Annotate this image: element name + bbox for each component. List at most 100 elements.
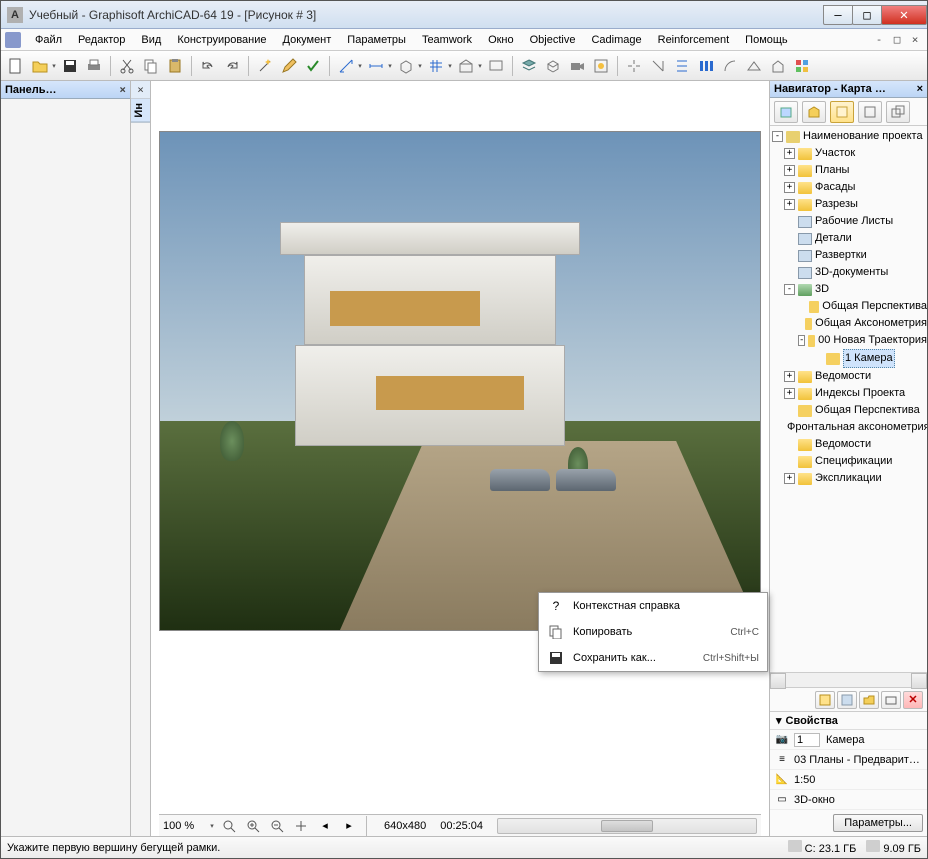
- navigator-titlebar[interactable]: Навигатор - Карта … ×: [770, 81, 927, 98]
- mdi-close[interactable]: ×: [907, 33, 923, 47]
- align-button[interactable]: [671, 55, 693, 77]
- panel-close-icon[interactable]: ×: [119, 83, 126, 96]
- navigator-close-icon[interactable]: ×: [917, 83, 923, 95]
- panel-tab[interactable]: Панель… ×: [1, 81, 130, 99]
- save-button[interactable]: [59, 55, 81, 77]
- house-tool-button[interactable]: [767, 55, 789, 77]
- prop-row-scale[interactable]: 📐 1:50: [770, 770, 927, 790]
- context-copy-item[interactable]: Копировать Ctrl+C: [539, 619, 767, 645]
- vstrip-tab[interactable]: Ин: [131, 99, 150, 123]
- prop-id-input[interactable]: [794, 733, 820, 747]
- prop-row-id[interactable]: 📷 Камера: [770, 730, 927, 750]
- mdi-minimize[interactable]: -: [871, 33, 887, 47]
- minimize-button[interactable]: —: [823, 5, 853, 25]
- explode-button[interactable]: [623, 55, 645, 77]
- zoom-fit-button[interactable]: [219, 817, 239, 835]
- nav-tab-project[interactable]: [774, 101, 798, 123]
- arc-button[interactable]: [719, 55, 741, 77]
- tree-node[interactable]: Общая Аксонометрия: [770, 315, 927, 332]
- zoom-out-button[interactable]: [267, 817, 287, 835]
- menu-view[interactable]: Вид: [133, 32, 169, 48]
- redo-button[interactable]: [221, 55, 243, 77]
- distribute-button[interactable]: [695, 55, 717, 77]
- prop-row-window[interactable]: ▭ 3D-окно: [770, 790, 927, 810]
- vstrip-close-icon[interactable]: ×: [131, 81, 150, 99]
- open-file-button[interactable]: [29, 55, 51, 77]
- zoom-dropdown[interactable]: ▾: [209, 822, 215, 830]
- print-button[interactable]: [83, 55, 105, 77]
- menu-file[interactable]: Файл: [27, 32, 70, 48]
- menu-reinforcement[interactable]: Reinforcement: [650, 32, 738, 48]
- nav-tab-sets[interactable]: [886, 101, 910, 123]
- check-button[interactable]: [302, 55, 324, 77]
- pan-button[interactable]: [291, 817, 311, 835]
- measure-dropdown[interactable]: ▾: [357, 62, 363, 70]
- context-help-item[interactable]: ? Контекстная справка: [539, 593, 767, 619]
- render-button[interactable]: [590, 55, 612, 77]
- prop-btn-4[interactable]: [881, 691, 901, 709]
- menu-params[interactable]: Параметры: [339, 32, 414, 48]
- nav-tab-view[interactable]: [802, 101, 826, 123]
- new-file-button[interactable]: [5, 55, 27, 77]
- zoom-in-button[interactable]: [243, 817, 263, 835]
- context-saveas-item[interactable]: Сохранить как... Ctrl+Shift+Ы: [539, 645, 767, 671]
- tree-node[interactable]: Детали: [770, 230, 927, 247]
- tree-node[interactable]: +Ведомости: [770, 368, 927, 385]
- menu-objective[interactable]: Objective: [522, 32, 584, 48]
- parameters-button[interactable]: Параметры...: [833, 814, 923, 832]
- tree-node[interactable]: +Фасады: [770, 179, 927, 196]
- menu-help[interactable]: Помощь: [737, 32, 796, 48]
- tree-node[interactable]: +Участок: [770, 145, 927, 162]
- section-button[interactable]: [455, 55, 477, 77]
- menu-editor[interactable]: Редактор: [70, 32, 133, 48]
- properties-header[interactable]: ▾ Свойства: [770, 712, 927, 730]
- menu-teamwork[interactable]: Teamwork: [414, 32, 480, 48]
- layers-button[interactable]: [518, 55, 540, 77]
- section-dropdown[interactable]: ▾: [477, 62, 483, 70]
- tree-node[interactable]: +Разрезы: [770, 196, 927, 213]
- paste-button[interactable]: [164, 55, 186, 77]
- zoom-level[interactable]: 100 %: [163, 820, 207, 832]
- trim-button[interactable]: [647, 55, 669, 77]
- tree-node[interactable]: 3D-документы: [770, 264, 927, 281]
- tree-node-selected[interactable]: 1 Камера: [770, 349, 927, 368]
- box-dropdown[interactable]: ▾: [417, 62, 423, 70]
- navigator-hscrollbar[interactable]: [770, 672, 927, 688]
- menu-document[interactable]: Документ: [275, 32, 340, 48]
- tree-node[interactable]: +Индексы Проекта: [770, 385, 927, 402]
- nav-tab-publisher[interactable]: [858, 101, 882, 123]
- roof-tool-button[interactable]: [743, 55, 765, 77]
- undo-button[interactable]: [197, 55, 219, 77]
- iso-button[interactable]: [542, 55, 564, 77]
- maximize-button[interactable]: □: [852, 5, 882, 25]
- tree-node[interactable]: +Экспликации: [770, 470, 927, 487]
- render-viewport[interactable]: ? Контекстная справка Копировать Ctrl+C …: [159, 131, 761, 631]
- viewport-hscrollbar[interactable]: [497, 818, 757, 834]
- menu-app-icon[interactable]: [5, 32, 21, 48]
- screen-button[interactable]: [485, 55, 507, 77]
- tree-node[interactable]: Рабочие Листы: [770, 213, 927, 230]
- tree-node[interactable]: Общая Перспектива: [770, 402, 927, 419]
- menu-window[interactable]: Окно: [480, 32, 522, 48]
- cut-button[interactable]: [116, 55, 138, 77]
- mdi-restore[interactable]: □: [889, 33, 905, 47]
- pencil-button[interactable]: [278, 55, 300, 77]
- wand-button[interactable]: [254, 55, 276, 77]
- tree-node[interactable]: Развертки: [770, 247, 927, 264]
- prop-delete-button[interactable]: ✕: [903, 691, 923, 709]
- nav-tab-layout[interactable]: [830, 101, 854, 123]
- grid-dropdown[interactable]: ▾: [447, 62, 453, 70]
- navigator-tree[interactable]: -Наименование проекта +Участок +Планы +Ф…: [770, 126, 927, 672]
- tree-root[interactable]: -Наименование проекта: [770, 128, 927, 145]
- palette-button[interactable]: [791, 55, 813, 77]
- menu-cadimage[interactable]: Cadimage: [583, 32, 649, 48]
- next-view-button[interactable]: ▸: [339, 817, 359, 835]
- dim-button[interactable]: [365, 55, 387, 77]
- tree-node[interactable]: Спецификации: [770, 453, 927, 470]
- camera-tool-button[interactable]: [566, 55, 588, 77]
- prop-row-layer[interactable]: ≡ 03 Планы - Предварительн…: [770, 750, 927, 770]
- tree-node[interactable]: Общая Перспектива: [770, 298, 927, 315]
- grid-button[interactable]: [425, 55, 447, 77]
- tree-node-3d[interactable]: -3D: [770, 281, 927, 298]
- prop-btn-1[interactable]: [815, 691, 835, 709]
